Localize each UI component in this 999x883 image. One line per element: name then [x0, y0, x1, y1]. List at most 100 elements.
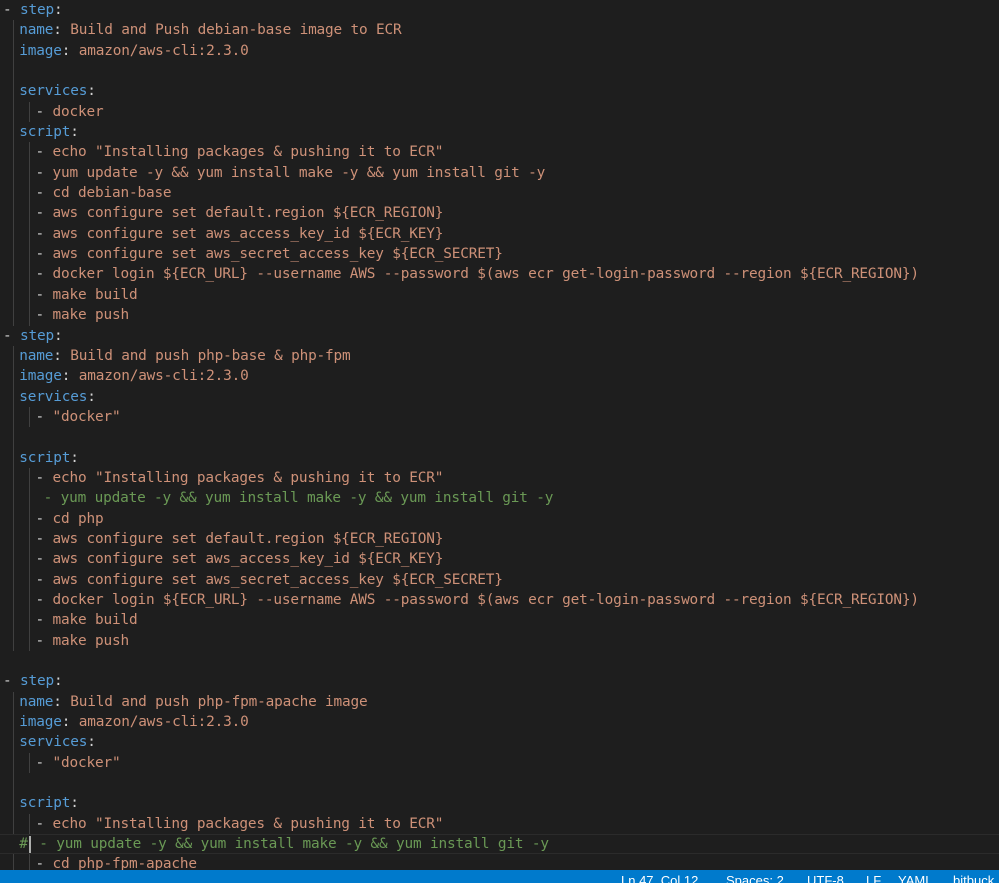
token-dash: - — [35, 612, 53, 629]
indent-guide — [13, 752, 15, 774]
code-line[interactable]: - step: — [0, 0, 999, 20]
code-line[interactable]: - make build — [0, 284, 999, 306]
indent-guide — [13, 813, 15, 835]
code-line[interactable]: - docker login ${ECR_URL} --username AWS… — [0, 264, 999, 285]
code-line[interactable]: - step: — [0, 326, 999, 346]
code-line[interactable]: script: — [0, 793, 999, 814]
code-line[interactable]: # - yum update -y && yum install make -y… — [0, 834, 999, 854]
token-dash: - — [35, 286, 53, 303]
code-line[interactable]: - make push — [0, 305, 999, 326]
code-line[interactable]: script: — [0, 122, 999, 143]
code-line[interactable]: - make build — [0, 610, 999, 631]
code-line[interactable]: script: — [0, 447, 999, 468]
token-str: cd debian-base — [52, 185, 172, 202]
code-line[interactable]: - aws configure set aws_access_key_id ${… — [0, 223, 999, 245]
token-colon: : — [61, 714, 79, 731]
code-line[interactable]: - step: — [0, 671, 999, 691]
token-dash: - — [35, 103, 53, 120]
extension-status-item[interactable]: bitbuck — [953, 874, 994, 883]
code-line[interactable]: - aws configure set aws_secret_access_ke… — [0, 244, 999, 265]
code-line[interactable]: services: — [0, 386, 999, 407]
code-line[interactable]: - yum update -y && yum install make -y &… — [0, 488, 999, 509]
code-line[interactable]: - aws configure set aws_secret_access_ke… — [0, 569, 999, 590]
code-line[interactable]: image: amazon/aws-cli:2.3.0 — [0, 366, 999, 387]
code-line[interactable]: - aws configure set default.region ${ECR… — [0, 528, 999, 550]
token-key: script — [19, 124, 71, 141]
token-dash: - — [35, 551, 53, 568]
indent-guide — [13, 854, 15, 870]
indent-guide — [29, 549, 31, 570]
token-dash: - — [35, 144, 53, 161]
indent-guide — [13, 467, 15, 489]
token-dash: - — [35, 591, 53, 608]
code-line[interactable]: - echo "Installing packages & pushing it… — [0, 813, 999, 835]
code-line[interactable]: name: Build and push php-fpm-apache imag… — [0, 691, 999, 713]
language-mode-indicator[interactable]: YAML — [898, 874, 932, 883]
indent-guide — [29, 854, 31, 870]
indent-guide — [29, 305, 31, 326]
code-line[interactable]: - make push — [0, 630, 999, 651]
token-key: script — [19, 449, 71, 466]
status-bar: Ln 47, Col 12 Spaces: 2 UTF-8 LF YAML bi… — [0, 870, 999, 883]
token-str: echo "Installing packages & pushing it t… — [52, 144, 444, 161]
indent-guide — [29, 142, 31, 163]
code-line[interactable] — [0, 427, 999, 448]
code-line[interactable]: - "docker" — [0, 406, 999, 428]
code-line[interactable]: image: amazon/aws-cli:2.3.0 — [0, 40, 999, 62]
code-line[interactable]: - docker login ${ECR_URL} --username AWS… — [0, 589, 999, 611]
indent-guide — [13, 773, 15, 794]
code-line[interactable]: services: — [0, 81, 999, 102]
indent-guide — [29, 223, 31, 245]
indent-guide — [13, 569, 15, 590]
code-line[interactable]: name: Build and push php-base & php-fpm — [0, 345, 999, 367]
cursor-position-indicator[interactable]: Ln 47, Col 12 — [621, 874, 698, 883]
indent-guide — [29, 203, 31, 224]
token-str: make push — [52, 307, 130, 324]
token-str: docker login ${ECR_URL} --username AWS -… — [52, 591, 920, 608]
code-line[interactable]: - cd php — [0, 508, 999, 529]
indent-guide — [29, 488, 31, 509]
token-colon: : — [87, 388, 96, 405]
code-line[interactable]: - aws configure set default.region ${ECR… — [0, 203, 999, 224]
encoding-indicator[interactable]: UTF-8 — [807, 874, 844, 883]
indent-guide — [13, 162, 15, 184]
indent-guide — [29, 467, 31, 489]
indent-guide — [29, 813, 31, 835]
code-line[interactable]: image: amazon/aws-cli:2.3.0 — [0, 712, 999, 733]
token-dash: - — [35, 408, 53, 425]
code-line[interactable] — [0, 773, 999, 794]
indent-guide — [13, 732, 15, 753]
token-key: image — [19, 714, 62, 731]
token-dash: - — [35, 815, 53, 832]
token-key: step — [20, 327, 54, 344]
line-ending-indicator[interactable]: LF — [866, 874, 881, 883]
code-line[interactable]: - echo "Installing packages & pushing it… — [0, 467, 999, 489]
token-str: yum update -y && yum install make -y && … — [52, 164, 546, 181]
code-line[interactable]: - aws configure set aws_access_key_id ${… — [0, 549, 999, 570]
code-line[interactable]: - docker — [0, 101, 999, 123]
token-dash: - — [35, 164, 53, 181]
token-colon: : — [61, 368, 79, 385]
token-key: step — [20, 2, 54, 18]
indent-guide — [29, 284, 31, 306]
code-line[interactable]: - "docker" — [0, 752, 999, 774]
token-key: services — [19, 388, 88, 405]
code-line[interactable] — [0, 61, 999, 82]
code-line[interactable] — [0, 651, 999, 671]
code-line[interactable]: - cd php-fpm-apache — [0, 854, 999, 870]
code-line[interactable]: - cd debian-base — [0, 183, 999, 204]
code-line[interactable]: name: Build and Push debian-base image t… — [0, 20, 999, 41]
indent-guide — [13, 122, 15, 143]
token-str: echo "Installing packages & pushing it t… — [52, 815, 444, 832]
code-line[interactable]: - yum update -y && yum install make -y &… — [0, 162, 999, 184]
token-str: aws configure set aws_secret_access_key … — [52, 571, 503, 588]
token-str: amazon/aws-cli:2.3.0 — [78, 714, 249, 731]
code-line[interactable]: - echo "Installing packages & pushing it… — [0, 142, 999, 163]
token-key: name — [19, 693, 54, 710]
indent-guide — [29, 183, 31, 204]
indentation-indicator[interactable]: Spaces: 2 — [726, 874, 784, 883]
code-editor[interactable]: - step: name: Build and Push debian-base … — [0, 0, 999, 870]
token-str: amazon/aws-cli:2.3.0 — [78, 368, 249, 385]
token-colon: : — [53, 347, 71, 364]
code-line[interactable]: services: — [0, 732, 999, 753]
